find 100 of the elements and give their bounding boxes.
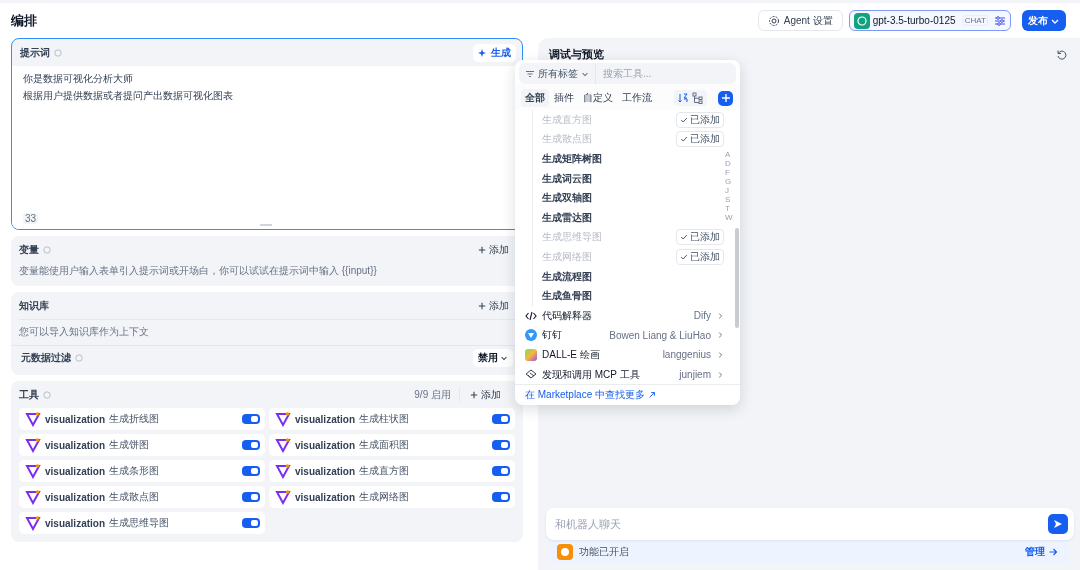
toggle-switch[interactable] — [242, 466, 260, 476]
model-name: gpt-3.5-turbo-0125 — [872, 15, 956, 26]
tool-option[interactable]: 生成思维导图 已添加 — [542, 227, 726, 248]
toggle-switch[interactable] — [492, 440, 510, 450]
help-icon — [43, 390, 51, 399]
generate-button[interactable]: 生成 — [473, 43, 516, 62]
triangle-logo-icon — [275, 463, 291, 479]
help-icon — [75, 354, 83, 362]
add-button[interactable]: 添加 — [478, 298, 509, 313]
chevron-right-icon — [716, 350, 724, 359]
category-tab[interactable]: 插件 — [550, 89, 578, 107]
metadata-filter-select[interactable]: 禁用 — [473, 349, 513, 367]
category-tab[interactable]: 工作流 — [618, 89, 656, 107]
filter-icon — [525, 68, 535, 79]
toggle-switch[interactable] — [242, 492, 260, 502]
tree-view-icon[interactable] — [692, 92, 704, 104]
tool-option[interactable]: 生成双轴图 — [542, 188, 726, 208]
send-button[interactable] — [1048, 514, 1068, 534]
plus-icon — [720, 93, 731, 103]
add-button[interactable]: 添加 — [470, 387, 501, 402]
resize-handle[interactable] — [260, 224, 272, 226]
arrow-right-icon — [1048, 547, 1058, 557]
chevron-right-icon — [716, 311, 724, 320]
knowledge-description: 您可以导入知识库作为上下文 — [19, 319, 515, 345]
toggle-switch[interactable] — [492, 466, 510, 476]
search-field[interactable]: 搜索工具... — [596, 63, 736, 84]
tool-provider: visualization — [295, 413, 355, 425]
manage-link[interactable]: 管理 — [1025, 545, 1058, 559]
metadata-filter-label: 元数据过滤 — [21, 351, 71, 365]
publish-button[interactable]: 发布 — [1022, 10, 1066, 31]
category-tab[interactable]: 自定义 — [579, 89, 617, 107]
tool-option[interactable]: 生成鱼骨图 — [542, 286, 726, 306]
refresh-icon[interactable] — [1056, 48, 1068, 61]
check-icon — [680, 135, 688, 144]
help-icon — [54, 48, 62, 57]
tool-provider: visualization — [45, 517, 105, 529]
provider-item[interactable]: 发现和调用 MCP 工具 junjiem — [515, 364, 724, 385]
marketplace-link[interactable]: 在 Marketplace 中查找更多 — [525, 388, 657, 403]
toggle-switch[interactable] — [492, 414, 510, 424]
variables-description: 变量能使用户输入表单引入提示词或开场白，你可以试试在提示词中输入 {{input}} — [19, 264, 378, 278]
help-icon — [43, 245, 51, 254]
tool-provider: visualization — [45, 465, 105, 477]
code-icon — [525, 309, 537, 322]
model-logo-icon — [853, 12, 870, 29]
external-link-icon — [648, 391, 657, 400]
plus-icon — [478, 245, 486, 254]
sparkle-icon — [478, 47, 488, 58]
tool-option[interactable]: 生成流程图 — [542, 266, 726, 287]
preview-title: 调试与预览 — [549, 47, 604, 62]
tool-option[interactable]: 生成词云图 — [542, 168, 726, 189]
provider-item[interactable]: 钉钉 Bowen Liang & LiuHao — [515, 325, 724, 346]
tool-name: 生成网络图 — [359, 490, 409, 504]
sort-icon[interactable] — [677, 92, 689, 104]
tool-name: 生成条形图 — [109, 464, 159, 478]
chevron-down-icon — [500, 354, 508, 362]
send-icon — [1053, 519, 1063, 529]
settings-icon — [767, 14, 780, 27]
check-icon — [680, 115, 688, 124]
toggle-switch[interactable] — [242, 414, 260, 424]
variables-label: 变量 — [19, 242, 39, 257]
toggle-switch[interactable] — [242, 440, 260, 450]
tool-option[interactable]: 生成雷达图 — [542, 207, 726, 228]
plus-icon — [470, 390, 478, 399]
provider-item[interactable]: 代码解释器 Dify — [515, 305, 724, 326]
knowledge-label: 知识库 — [19, 298, 49, 313]
sliders-icon — [994, 14, 1006, 27]
prompt-text-line: 根据用户提供数据或者提问产出数据可视化图表 — [23, 89, 234, 103]
page-title: 编排 — [11, 11, 37, 30]
tool-option[interactable]: 生成网络图 已添加 — [542, 247, 726, 267]
category-tab[interactable]: 全部 — [521, 89, 549, 107]
tool-provider: visualization — [295, 491, 355, 503]
prompt-text-line: 你是数据可视化分析大师 — [23, 72, 134, 86]
check-icon — [680, 252, 688, 261]
agent-settings-button[interactable]: Agent 设置 — [757, 10, 843, 31]
chevron-right-icon — [716, 370, 724, 379]
chevron-right-icon — [716, 331, 724, 340]
create-button[interactable] — [718, 90, 733, 106]
tag-filter[interactable]: 所有标签 — [519, 63, 596, 84]
triangle-logo-icon — [25, 515, 41, 531]
tool-provider: visualization — [295, 465, 355, 477]
model-selector[interactable]: gpt-3.5-turbo-0125 CHAT — [848, 10, 1011, 31]
added-badge: 已添加 — [676, 111, 724, 128]
character-count: 33 — [23, 213, 39, 224]
plus-icon — [478, 301, 486, 310]
tool-option[interactable]: 生成矩阵树图 — [542, 149, 726, 169]
toggle-switch[interactable] — [492, 492, 510, 502]
tools-label: 工具 — [19, 387, 39, 402]
provider-item[interactable]: DALL-E 绘画 langgenius — [515, 345, 724, 365]
added-badge: 已添加 — [676, 248, 724, 265]
tool-provider: visualization — [45, 413, 105, 425]
add-button[interactable]: 添加 — [478, 242, 509, 257]
gradient-square-icon — [525, 348, 537, 361]
tool-option[interactable]: 生成散点图 已添加 — [542, 129, 726, 150]
triangle-logo-icon — [275, 411, 291, 427]
tool-provider: visualization — [295, 439, 355, 451]
tool-name: 生成直方图 — [359, 464, 409, 478]
toggle-switch[interactable] — [242, 518, 260, 528]
tool-name: 生成面积图 — [359, 438, 409, 452]
chat-placeholder: 和机器人聊天 — [555, 516, 621, 532]
tool-name: 生成折线图 — [109, 412, 159, 426]
